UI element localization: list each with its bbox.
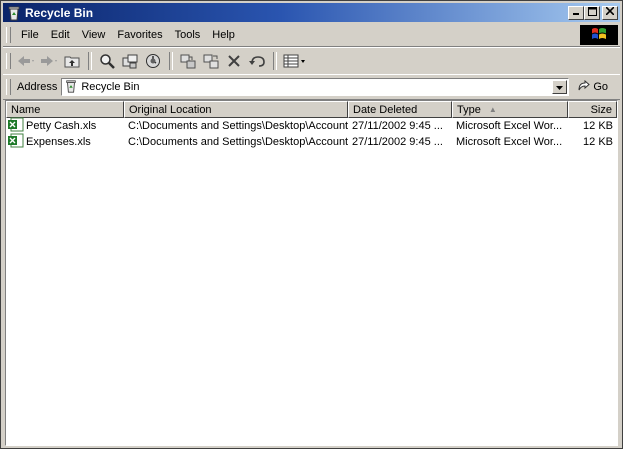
up-folder-button[interactable] <box>61 50 83 72</box>
toolbar-separator <box>88 52 92 70</box>
address-bar: Address Recycle Bin Go <box>3 74 620 100</box>
date-deleted-cell: 27/11/2002 9:45 ... <box>352 136 443 148</box>
address-dropdown-button[interactable] <box>552 80 568 94</box>
close-icon <box>605 6 615 18</box>
menu-grip[interactable] <box>6 27 11 43</box>
go-label: Go <box>593 81 609 93</box>
address-input[interactable]: Recycle Bin <box>61 78 570 96</box>
file-name-cell[interactable]: Expenses.xls <box>6 133 124 151</box>
search-button[interactable] <box>96 50 118 72</box>
column-header-label: Type <box>457 103 481 116</box>
file-name: Expenses.xls <box>26 136 91 148</box>
menu-view[interactable]: View <box>76 29 112 41</box>
date-deleted-cell: 27/11/2002 9:45 ... <box>352 120 443 132</box>
maximize-button[interactable] <box>584 5 600 20</box>
excel-file-icon <box>8 133 26 151</box>
recycle-bin-icon <box>64 79 78 96</box>
menu-tools[interactable]: Tools <box>169 29 207 41</box>
original-location-cell: C:\Documents and Settings\Desktop\Accoun… <box>128 120 348 132</box>
undo-button[interactable] <box>246 50 268 72</box>
menu-bar: File Edit View Favorites Tools Help <box>3 24 620 47</box>
toolbar-separator <box>273 52 277 70</box>
type-cell: Microsoft Excel Wor... <box>456 136 563 148</box>
file-list-view[interactable]: Name Original Location Date Deleted Type… <box>5 100 618 446</box>
forward-icon <box>40 55 58 67</box>
column-header-type[interactable]: Type ▲ <box>452 101 568 118</box>
table-row[interactable]: Expenses.xls C:\Documents and Settings\D… <box>6 133 617 151</box>
folders-icon <box>122 53 138 69</box>
address-value: Recycle Bin <box>81 81 140 93</box>
toolbar-separator <box>169 52 173 70</box>
menu-help[interactable]: Help <box>206 29 241 41</box>
size-cell: 12 KB <box>583 136 613 148</box>
folders-button[interactable] <box>119 50 141 72</box>
windows-logo-icon <box>591 27 607 44</box>
toolbar-grip[interactable] <box>6 53 11 69</box>
history-icon <box>145 53 161 69</box>
file-name: Petty Cash.xls <box>26 120 97 132</box>
move-to-button[interactable] <box>177 50 199 72</box>
history-button[interactable] <box>142 50 164 72</box>
column-header-label: Size <box>590 103 612 116</box>
copy-to-button[interactable] <box>200 50 222 72</box>
undo-icon <box>248 54 266 68</box>
delete-icon <box>227 54 241 68</box>
sort-ascending-icon: ▲ <box>488 105 497 114</box>
column-headers: Name Original Location Date Deleted Type… <box>6 101 617 118</box>
column-header-label: Original Location <box>129 103 212 116</box>
column-header-name[interactable]: Name <box>6 101 124 118</box>
forward-button[interactable] <box>38 50 60 72</box>
minimize-button[interactable] <box>568 5 584 20</box>
go-arrow-icon <box>577 79 591 95</box>
explorer-window: Recycle Bin File Edit View Favorites Too… <box>0 0 623 449</box>
maximize-icon <box>587 6 597 19</box>
views-button[interactable] <box>281 50 309 72</box>
type-cell: Microsoft Excel Wor... <box>456 120 563 132</box>
menu-edit[interactable]: Edit <box>45 29 76 41</box>
delete-button[interactable] <box>223 50 245 72</box>
column-header-label: Name <box>11 103 41 116</box>
chevron-down-icon <box>556 83 564 92</box>
menu-favorites[interactable]: Favorites <box>111 29 168 41</box>
column-header-size[interactable]: Size <box>568 101 617 118</box>
recycle-bin-icon <box>6 5 22 21</box>
address-label: Address <box>17 81 58 93</box>
standard-toolbar <box>3 47 620 75</box>
column-header-label: Date Deleted <box>353 103 418 116</box>
minimize-icon <box>572 7 580 18</box>
go-button[interactable]: Go <box>577 79 609 95</box>
up-folder-icon <box>64 54 80 68</box>
window-title: Recycle Bin <box>25 5 94 20</box>
copy-to-icon <box>203 53 219 69</box>
size-cell: 12 KB <box>583 120 613 132</box>
column-header-original-location[interactable]: Original Location <box>124 101 348 118</box>
search-icon <box>99 53 115 69</box>
title-bar[interactable]: Recycle Bin <box>3 3 620 22</box>
original-location-cell: C:\Documents and Settings\Desktop\Accoun… <box>128 136 348 148</box>
views-icon <box>283 54 307 68</box>
menu-file[interactable]: File <box>15 29 45 41</box>
move-to-icon <box>180 53 196 69</box>
table-row[interactable]: Petty Cash.xls C:\Documents and Settings… <box>6 117 617 134</box>
back-icon <box>17 55 35 67</box>
windows-logo <box>580 25 618 45</box>
column-header-date-deleted[interactable]: Date Deleted <box>348 101 452 118</box>
back-button[interactable] <box>15 50 37 72</box>
address-grip[interactable] <box>6 79 11 95</box>
close-button[interactable] <box>602 5 618 20</box>
